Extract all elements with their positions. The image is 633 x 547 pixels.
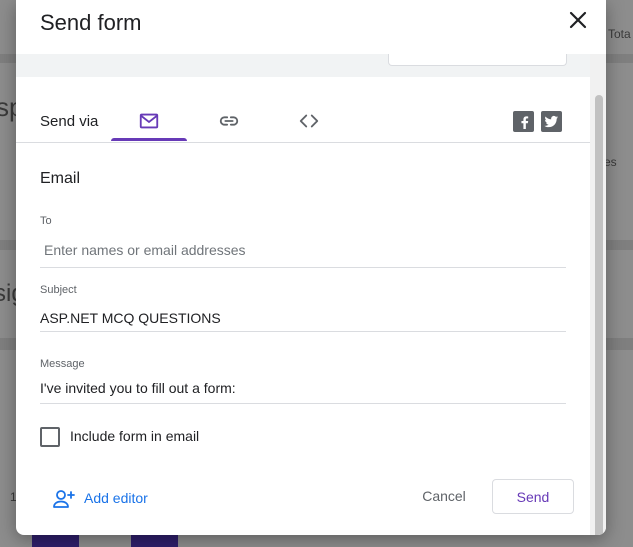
include-form-checkbox[interactable] [40, 427, 60, 447]
send-via-label: Send via [40, 113, 99, 130]
to-input[interactable] [44, 242, 564, 258]
add-editor-label: Add editor [84, 490, 148, 506]
send-form-dialog: Send form Send via Email To Enter names … [16, 0, 606, 535]
send-button[interactable]: Send [492, 479, 574, 514]
close-icon [569, 11, 587, 29]
subject-underline [40, 331, 566, 332]
collapsed-input [388, 54, 567, 66]
close-button[interactable] [566, 8, 590, 32]
scrollbar-thumb[interactable] [595, 95, 603, 535]
message-label: Message [40, 358, 85, 370]
share-facebook-button[interactable] [513, 111, 534, 132]
tab-link[interactable] [191, 102, 267, 142]
code-icon [299, 114, 319, 128]
dialog-title: Send form [40, 10, 142, 35]
mail-icon [139, 113, 159, 129]
share-twitter-button[interactable] [541, 111, 562, 132]
tab-embed[interactable] [271, 102, 347, 142]
to-underline [40, 267, 566, 268]
link-icon [219, 116, 239, 126]
facebook-icon [521, 116, 529, 129]
subject-label: Subject [40, 284, 77, 296]
message-underline [40, 403, 566, 404]
tab-divider [16, 142, 590, 143]
background-tile [32, 535, 79, 547]
twitter-icon [544, 115, 559, 128]
add-person-icon [53, 490, 75, 508]
background-tile [131, 535, 178, 547]
message-input[interactable] [40, 380, 560, 396]
subject-input[interactable] [40, 310, 560, 326]
background-text: Tota [608, 27, 631, 41]
to-label: To [40, 215, 52, 227]
tab-email[interactable] [111, 102, 187, 142]
active-tab-indicator [111, 138, 187, 141]
include-form-label: Include form in email [70, 428, 200, 444]
email-section-title: Email [40, 170, 81, 187]
cancel-button[interactable]: Cancel [410, 479, 478, 513]
